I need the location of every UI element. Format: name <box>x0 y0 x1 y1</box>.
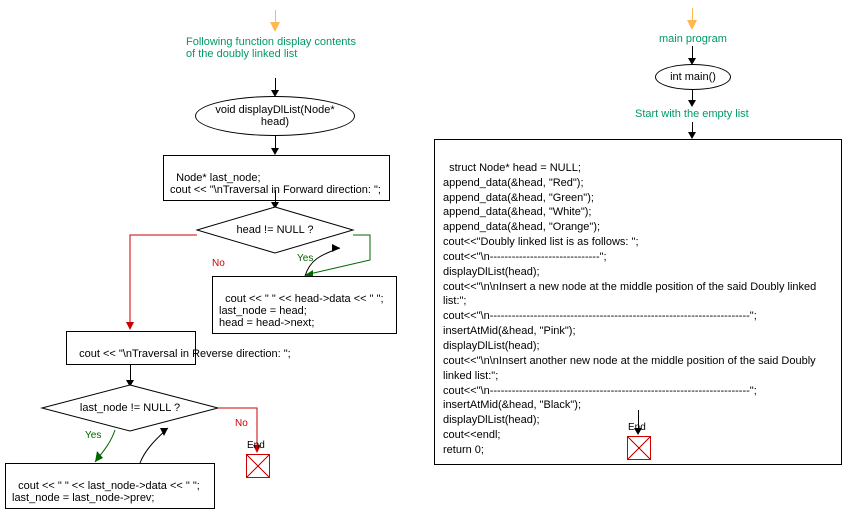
yesblock1-text: cout << " " << head->data << " "; last_n… <box>219 293 384 329</box>
func-header-ellipse: void displayDlList(Node* head) <box>195 96 355 136</box>
cond2-text: last_node != NULL ? <box>80 402 180 414</box>
left-comment: Following function display contents of t… <box>186 36 366 60</box>
cond2-diamond: last_node != NULL ? <box>85 388 175 428</box>
cond1-text: head != NULL ? <box>237 224 314 236</box>
entry-arrow-line-left <box>275 10 276 22</box>
connector-r3-arrow <box>688 132 696 139</box>
cond2-yes-label: Yes <box>85 430 101 441</box>
entry-arrow-line-right <box>692 8 693 20</box>
connector-r2-arrow <box>688 100 696 107</box>
right-comment-top: main program <box>659 33 727 45</box>
noblock1-rect: cout << "\nTraversal in Reverse directio… <box>66 331 196 365</box>
entry-arrow-right <box>687 20 697 30</box>
block1-rect: Node* last_node; cout << "\nTraversal in… <box>163 155 390 201</box>
end-label-left: End <box>247 440 265 451</box>
main-code-text: struct Node* head = NULL; append_data(&h… <box>443 162 819 456</box>
cond1-no-label: No <box>212 258 225 269</box>
end-label-right: End <box>628 422 646 433</box>
yesblock1-rect: cout << " " << head->data << " "; last_n… <box>212 276 397 334</box>
func-header-text: void displayDlList(Node* head) <box>204 104 346 128</box>
cond1-yes-label: Yes <box>297 253 313 264</box>
yesblock2-text: cout << " " << last_node->data << " "; l… <box>12 480 200 504</box>
end-box-left <box>246 454 270 478</box>
right-comment-start: Start with the empty list <box>635 108 749 120</box>
entry-arrow-left <box>270 22 280 32</box>
main-header-text: int main() <box>670 71 716 83</box>
cond1-diamond: head != NULL ? <box>235 210 315 250</box>
main-header-ellipse: int main() <box>655 64 731 90</box>
end-box-right <box>627 436 651 460</box>
connector-2-arrow <box>271 148 279 155</box>
cond2-no-label: No <box>235 418 248 429</box>
noblock1-text: cout << "\nTraversal in Reverse directio… <box>79 348 291 360</box>
yesblock2-rect: cout << " " << last_node->data << " "; l… <box>5 463 215 509</box>
